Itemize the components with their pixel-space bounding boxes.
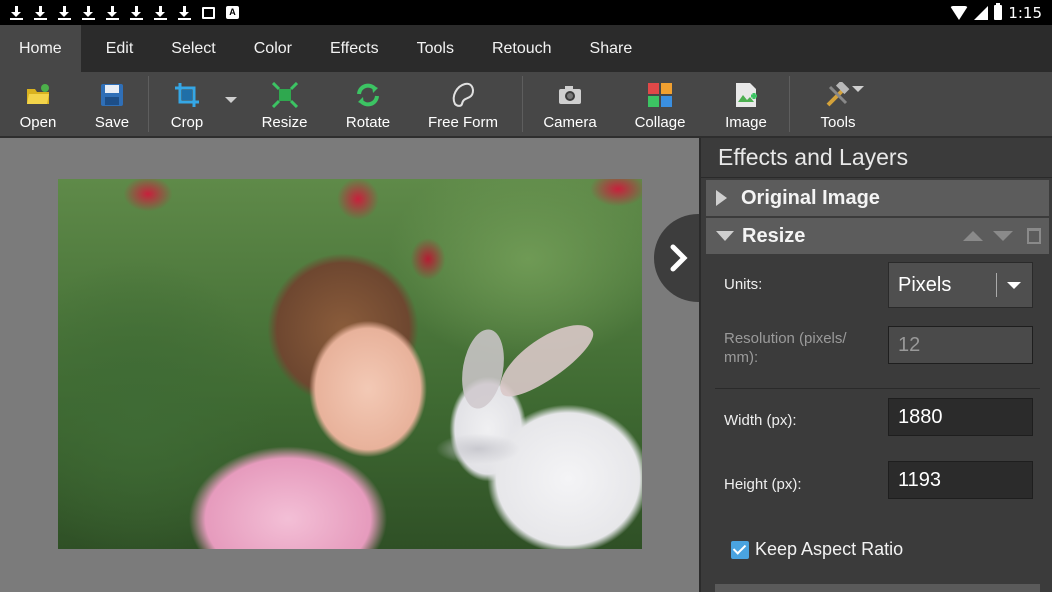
image-notification-icon [202, 6, 215, 19]
select-divider [996, 273, 997, 297]
folder-icon [25, 82, 51, 108]
resize-button[interactable]: Resize [237, 72, 332, 136]
resolution-label: Resolution (pixels/ mm): [724, 330, 847, 366]
divider [715, 388, 1040, 389]
save-button[interactable]: Save [76, 72, 148, 136]
resolution-field[interactable]: 12 [888, 326, 1033, 364]
collapse-triangle-icon [716, 231, 734, 241]
effects-layers-panel: Effects and Layers Original Image Resize… [699, 138, 1052, 592]
collage-label: Collage [634, 114, 686, 131]
units-value: Pixels [898, 273, 952, 296]
width-label: Width (px): [724, 412, 797, 429]
tools-dropdown-chevron-icon[interactable] [852, 86, 864, 92]
resize-icon [271, 81, 298, 109]
resize-label: Resize [261, 114, 308, 131]
status-bar: A 1:15 [0, 0, 1052, 25]
crop-dropdown-chevron-icon[interactable] [225, 97, 237, 103]
layer-original-image[interactable]: Original Image [706, 180, 1049, 216]
camera-label: Camera [543, 114, 597, 131]
units-select[interactable]: Pixels [888, 262, 1033, 308]
move-down-icon[interactable] [993, 231, 1013, 241]
edited-photo[interactable] [58, 179, 642, 549]
units-label: Units: [724, 276, 763, 293]
layer-label: Original Image [741, 186, 880, 209]
download-icon [154, 5, 167, 20]
keep-aspect-ratio-label: Keep Aspect Ratio [755, 539, 904, 559]
tools-button[interactable]: Tools [790, 72, 886, 136]
photo-detail [488, 311, 602, 407]
open-button[interactable]: Open [0, 72, 76, 136]
battery-icon [994, 3, 1003, 20]
next-section-strip [715, 584, 1040, 592]
tab-color[interactable]: Color [235, 25, 311, 72]
keep-aspect-ratio-option[interactable]: Keep Aspect Ratio [731, 539, 903, 560]
tab-effects[interactable]: Effects [311, 25, 398, 72]
height-label: Height (px): [724, 476, 802, 493]
app-notification-icon: A [226, 6, 239, 19]
crop-label: Crop [170, 114, 204, 131]
tab-select[interactable]: Select [152, 25, 234, 72]
free-form-lasso-icon [450, 82, 476, 108]
chevron-down-icon [1007, 282, 1021, 289]
download-icon [82, 5, 95, 20]
rotate-label: Rotate [345, 114, 391, 131]
download-icon [34, 5, 47, 20]
chevron-right-icon [670, 244, 688, 272]
download-icon [10, 5, 23, 20]
image-canvas[interactable] [0, 138, 699, 592]
trash-icon[interactable] [1027, 228, 1041, 244]
image-label: Image [725, 114, 767, 131]
tools-label: Tools [820, 114, 856, 131]
panel-title: Effects and Layers [701, 138, 1052, 178]
rotate-icon [355, 82, 381, 108]
download-icon [58, 5, 71, 20]
free-form-label: Free Form [427, 114, 498, 131]
photo-detail [456, 326, 510, 412]
crop-button[interactable]: Crop [149, 72, 225, 136]
save-label: Save [94, 114, 130, 131]
tab-edit[interactable]: Edit [81, 25, 153, 72]
crop-icon [174, 82, 200, 108]
download-icon [178, 5, 191, 20]
floppy-disk-icon [99, 82, 125, 108]
menu-tab-bar: Home Edit Select Color Effects Tools Ret… [0, 25, 1052, 72]
tools-hammer-icon [825, 80, 851, 108]
add-image-icon [733, 82, 759, 108]
width-field[interactable]: 1880 [888, 398, 1033, 436]
tab-tools[interactable]: Tools [398, 25, 473, 72]
camera-button[interactable]: Camera [523, 72, 617, 136]
download-icon [106, 5, 119, 20]
collage-icon [647, 82, 673, 108]
tab-retouch[interactable]: Retouch [473, 25, 571, 72]
height-field[interactable]: 1193 [888, 461, 1033, 499]
toolbar: Open Save Crop Resize Rotate Free Form C… [0, 72, 1052, 138]
move-up-icon[interactable] [963, 231, 983, 241]
signal-icon [974, 5, 989, 20]
layer-label: Resize [742, 224, 806, 247]
expand-triangle-icon [716, 190, 727, 206]
image-button[interactable]: Image [703, 72, 789, 136]
status-time: 1:15 [1008, 3, 1042, 22]
free-form-button[interactable]: Free Form [404, 72, 522, 136]
keep-aspect-ratio-checkbox[interactable] [731, 540, 749, 559]
notification-icons: A [10, 5, 239, 20]
tab-share[interactable]: Share [571, 25, 652, 72]
download-icon [130, 5, 143, 20]
collage-button[interactable]: Collage [617, 72, 703, 136]
open-label: Open [19, 114, 57, 131]
rotate-button[interactable]: Rotate [332, 72, 404, 136]
tab-home[interactable]: Home [0, 25, 81, 72]
camera-icon [557, 82, 583, 108]
wifi-icon [950, 5, 969, 20]
layer-resize[interactable]: Resize [706, 218, 1049, 254]
